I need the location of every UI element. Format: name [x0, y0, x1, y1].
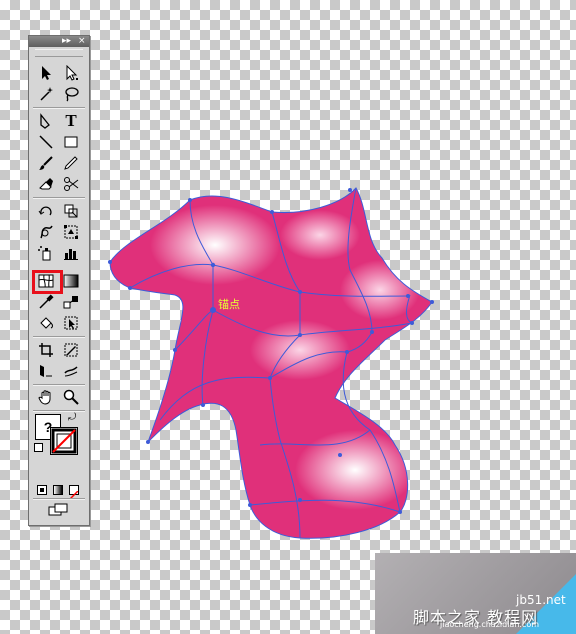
hand-icon	[38, 390, 51, 405]
eraser-icon	[39, 178, 53, 190]
default-colors-icon[interactable]	[34, 443, 43, 452]
eyedropper-icon	[39, 294, 54, 309]
crop-area-icon	[39, 343, 53, 357]
rotate-tool[interactable]	[35, 201, 57, 221]
pen-tool[interactable]	[35, 111, 57, 131]
direct-selection-tool[interactable]	[60, 63, 82, 83]
color-mode-button[interactable]	[37, 485, 47, 495]
lasso-tool[interactable]	[60, 84, 82, 104]
live-paint-selection-icon	[64, 316, 78, 330]
screen-mode-button[interactable]	[48, 503, 70, 517]
warp-icon	[40, 225, 53, 239]
blend-tool[interactable]	[60, 292, 82, 312]
knife-icon	[64, 366, 78, 377]
none-mode-button[interactable]	[69, 485, 79, 500]
eyedropper-tool[interactable]	[35, 292, 57, 312]
paintbrush-tool[interactable]	[35, 153, 57, 173]
mesh-tool-highlight	[32, 270, 63, 294]
zoom-tool[interactable]	[60, 387, 82, 407]
hand-tool[interactable]	[35, 387, 57, 407]
close-icon[interactable]: ×	[78, 36, 86, 47]
hollow-arrow-icon	[66, 65, 78, 81]
pencil-tool[interactable]	[60, 153, 82, 173]
live-paint-selection-tool[interactable]	[60, 313, 82, 333]
scale-icon	[64, 204, 78, 218]
slice-select-icon	[40, 365, 52, 377]
type-tool[interactable]: T	[60, 111, 82, 131]
paintbrush-icon	[39, 156, 53, 170]
swap-arrow-icon[interactable]: ⤾	[68, 412, 76, 423]
live-paint-bucket-tool[interactable]	[35, 313, 57, 333]
symbol-sprayer-tool[interactable]	[35, 243, 57, 263]
free-transform-icon	[64, 225, 78, 239]
type-icon: T	[65, 111, 77, 130]
gradient-mode-button[interactable]	[53, 485, 63, 495]
slice-select-tool[interactable]	[35, 361, 57, 381]
rotate-icon	[38, 206, 52, 216]
magic-wand-tool[interactable]	[35, 84, 57, 104]
column-graph-icon	[64, 249, 78, 260]
panel-grip[interactable]	[35, 49, 83, 57]
paint-bucket-icon	[40, 317, 53, 329]
column-graph-tool[interactable]	[60, 243, 82, 263]
scissors-icon	[64, 177, 79, 191]
panel-titlebar[interactable]: ▸▸ ×	[29, 36, 89, 47]
selection-tool[interactable]	[35, 63, 57, 83]
gradient-tool[interactable]	[60, 271, 82, 291]
stroke-none-icon	[51, 428, 77, 454]
line-tool[interactable]	[35, 132, 57, 152]
tools-panel[interactable]: ▸▸ × T ? ⤾	[28, 35, 90, 526]
rectangle-tool[interactable]	[60, 132, 82, 152]
scissors-tool[interactable]	[60, 174, 82, 194]
warp-tool[interactable]	[35, 222, 57, 242]
rectangle-icon	[64, 136, 78, 148]
pencil-icon	[64, 156, 78, 170]
collapse-icon[interactable]: ▸▸	[62, 36, 71, 47]
eraser-tool[interactable]	[35, 174, 57, 194]
zoom-icon	[63, 389, 79, 405]
scissors-path-tool[interactable]	[60, 361, 82, 381]
screen-mode-icon	[48, 503, 68, 516]
scale-tool[interactable]	[60, 201, 82, 221]
blend-icon	[63, 296, 78, 309]
stroke-swatch[interactable]	[50, 427, 78, 455]
slice-tool[interactable]	[60, 340, 82, 360]
lasso-icon	[65, 87, 79, 102]
free-transform-tool[interactable]	[60, 222, 82, 242]
color-mode-icon	[40, 488, 44, 492]
watermark-url: jiaocheng.chazidian.com	[440, 620, 540, 629]
crop-area-tool[interactable]	[35, 340, 57, 360]
magic-wand-icon	[40, 87, 53, 101]
symbol-sprayer-icon	[38, 246, 51, 261]
slice-icon	[64, 343, 78, 357]
gradient-icon	[63, 274, 79, 288]
fill-stroke-widget[interactable]: ? ⤾	[34, 412, 83, 456]
arrow-icon	[42, 66, 51, 80]
pen-icon	[40, 113, 50, 129]
anchor-point-label: 锚点	[218, 298, 240, 311]
line-icon	[39, 135, 53, 149]
